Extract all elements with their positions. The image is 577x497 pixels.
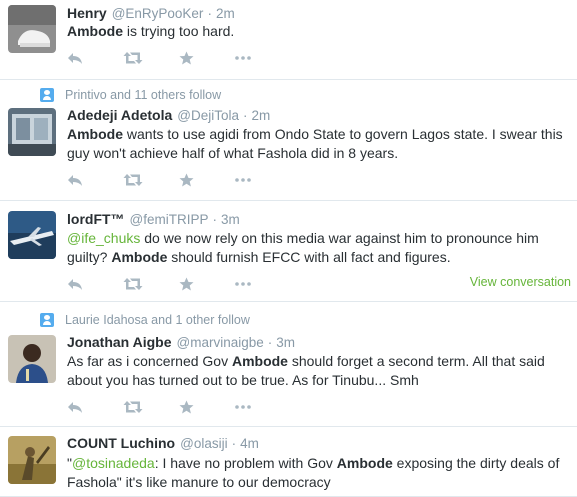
retweet-icon <box>123 51 143 65</box>
separator: · <box>267 335 273 350</box>
keyword-highlight: Ambode <box>67 23 123 39</box>
retweet-button[interactable] <box>123 171 179 189</box>
favorite-icon <box>179 277 194 291</box>
more-icon <box>235 282 251 286</box>
social-context-text[interactable]: Printivo and 11 others follow <box>65 88 221 102</box>
tweet-text-segment: is trying too hard. <box>123 23 235 39</box>
reply-button[interactable] <box>67 275 123 293</box>
follow-context-icon <box>40 313 54 327</box>
tweet[interactable]: Printivo and 11 others follow Adedeji Ad… <box>0 81 577 201</box>
avatar[interactable] <box>8 211 56 259</box>
tweet-username[interactable]: @DejiTola <box>177 108 239 123</box>
tweet-text: Ambode wants to use agidi from Ondo Stat… <box>67 125 572 163</box>
tweet-text-segment: should furnish EFCC with all fact and fi… <box>167 249 451 265</box>
retweet-button[interactable] <box>123 49 179 67</box>
tweet-timestamp[interactable]: 3m <box>221 212 240 227</box>
separator: · <box>212 212 218 227</box>
tweet-text-segment: wants to use agidi from Ondo State to go… <box>67 126 563 161</box>
keyword-highlight: Ambode <box>336 455 393 471</box>
retweet-icon <box>123 400 143 414</box>
more-button[interactable] <box>235 275 291 293</box>
tweet-actions <box>67 171 291 189</box>
tweet-fullname[interactable]: Adedeji Adetola <box>67 107 172 123</box>
favorite-icon <box>179 173 194 187</box>
tweet-username[interactable]: @EnRyPooKer <box>112 6 204 21</box>
separator: · <box>231 436 237 451</box>
avatar[interactable] <box>8 335 56 383</box>
social-context: Laurie Idahosa and 1 other follow <box>40 311 250 329</box>
tweet-timestamp[interactable]: 4m <box>240 436 259 451</box>
separator: · <box>207 6 212 21</box>
favorite-icon <box>179 400 194 414</box>
separator: · <box>243 108 248 123</box>
retweet-button[interactable] <box>123 275 179 293</box>
tweet-fullname[interactable]: Jonathan Aigbe <box>67 334 172 350</box>
tweet-text: As far as i concerned Gov Ambode should … <box>67 352 572 390</box>
tweet-text-segment: : I have no problem with Gov <box>154 455 337 471</box>
more-button[interactable] <box>235 398 291 416</box>
favorite-button[interactable] <box>179 171 235 189</box>
tweet-timestamp[interactable]: 2m <box>252 108 271 123</box>
more-button[interactable] <box>235 171 291 189</box>
mention-link[interactable]: @tosinadeda <box>72 455 155 471</box>
tweet-text: @ife_chuks do we now rely on this media … <box>67 229 572 267</box>
keyword-highlight: Ambode <box>111 249 168 265</box>
reply-button[interactable] <box>67 171 123 189</box>
reply-button[interactable] <box>67 49 123 67</box>
social-context: Printivo and 11 others follow <box>40 86 221 104</box>
social-context-text[interactable]: Laurie Idahosa and 1 other follow <box>65 313 250 327</box>
mention-link[interactable]: @ife_chuks <box>67 230 140 246</box>
reply-icon <box>67 51 83 65</box>
avatar[interactable] <box>8 108 56 156</box>
tweet[interactable]: Henry @EnRyPooKer · 2m Ambode is trying … <box>0 0 577 80</box>
tweet-actions <box>67 275 291 293</box>
favorite-button[interactable] <box>179 49 235 67</box>
reply-icon <box>67 173 83 187</box>
tweet-username[interactable]: @femiTRIPP <box>130 212 209 227</box>
more-button[interactable] <box>235 49 291 67</box>
tweet-fullname[interactable]: COUNT Luchino <box>67 435 175 451</box>
tweet-text: "@tosinadeda: I have no problem with Gov… <box>67 454 572 492</box>
reply-icon <box>67 277 83 291</box>
tweet-text-segment: As far as i concerned Gov <box>67 353 232 369</box>
more-icon <box>235 178 251 182</box>
tweet[interactable]: Laurie Idahosa and 1 other follow Jonath… <box>0 303 577 427</box>
tweet-username[interactable]: @olasiji <box>180 436 227 451</box>
reply-button[interactable] <box>67 398 123 416</box>
retweet-icon <box>123 277 143 291</box>
tweet[interactable]: COUNT Luchino @olasiji · 4m "@tosinadeda… <box>0 428 577 497</box>
avatar[interactable] <box>8 5 56 53</box>
follow-context-icon <box>40 88 54 102</box>
tweet-timestamp[interactable]: 3m <box>276 335 295 350</box>
retweet-button[interactable] <box>123 398 179 416</box>
more-icon <box>235 405 251 409</box>
tweet-actions <box>67 398 291 416</box>
keyword-highlight: Ambode <box>231 353 288 369</box>
view-conversation-link[interactable]: View conversation <box>470 275 571 289</box>
keyword-highlight: Ambode <box>67 126 123 142</box>
more-icon <box>235 56 251 60</box>
tweet-text: Ambode is trying too hard. <box>67 22 572 41</box>
tweet-fullname[interactable]: lordFT™ <box>67 211 125 227</box>
favorite-button[interactable] <box>179 275 235 293</box>
tweet-fullname[interactable]: Henry <box>67 5 107 21</box>
reply-icon <box>67 400 83 414</box>
avatar[interactable] <box>8 436 56 484</box>
favorite-button[interactable] <box>179 398 235 416</box>
tweet-timestamp[interactable]: 2m <box>216 6 235 21</box>
retweet-icon <box>123 173 143 187</box>
tweet-username[interactable]: @marvinaigbe <box>177 335 264 350</box>
tweet-actions <box>67 49 291 67</box>
favorite-icon <box>179 51 194 65</box>
tweet[interactable]: lordFT™ @femiTRIPP · 3m @ife_chuks do we… <box>0 202 577 302</box>
